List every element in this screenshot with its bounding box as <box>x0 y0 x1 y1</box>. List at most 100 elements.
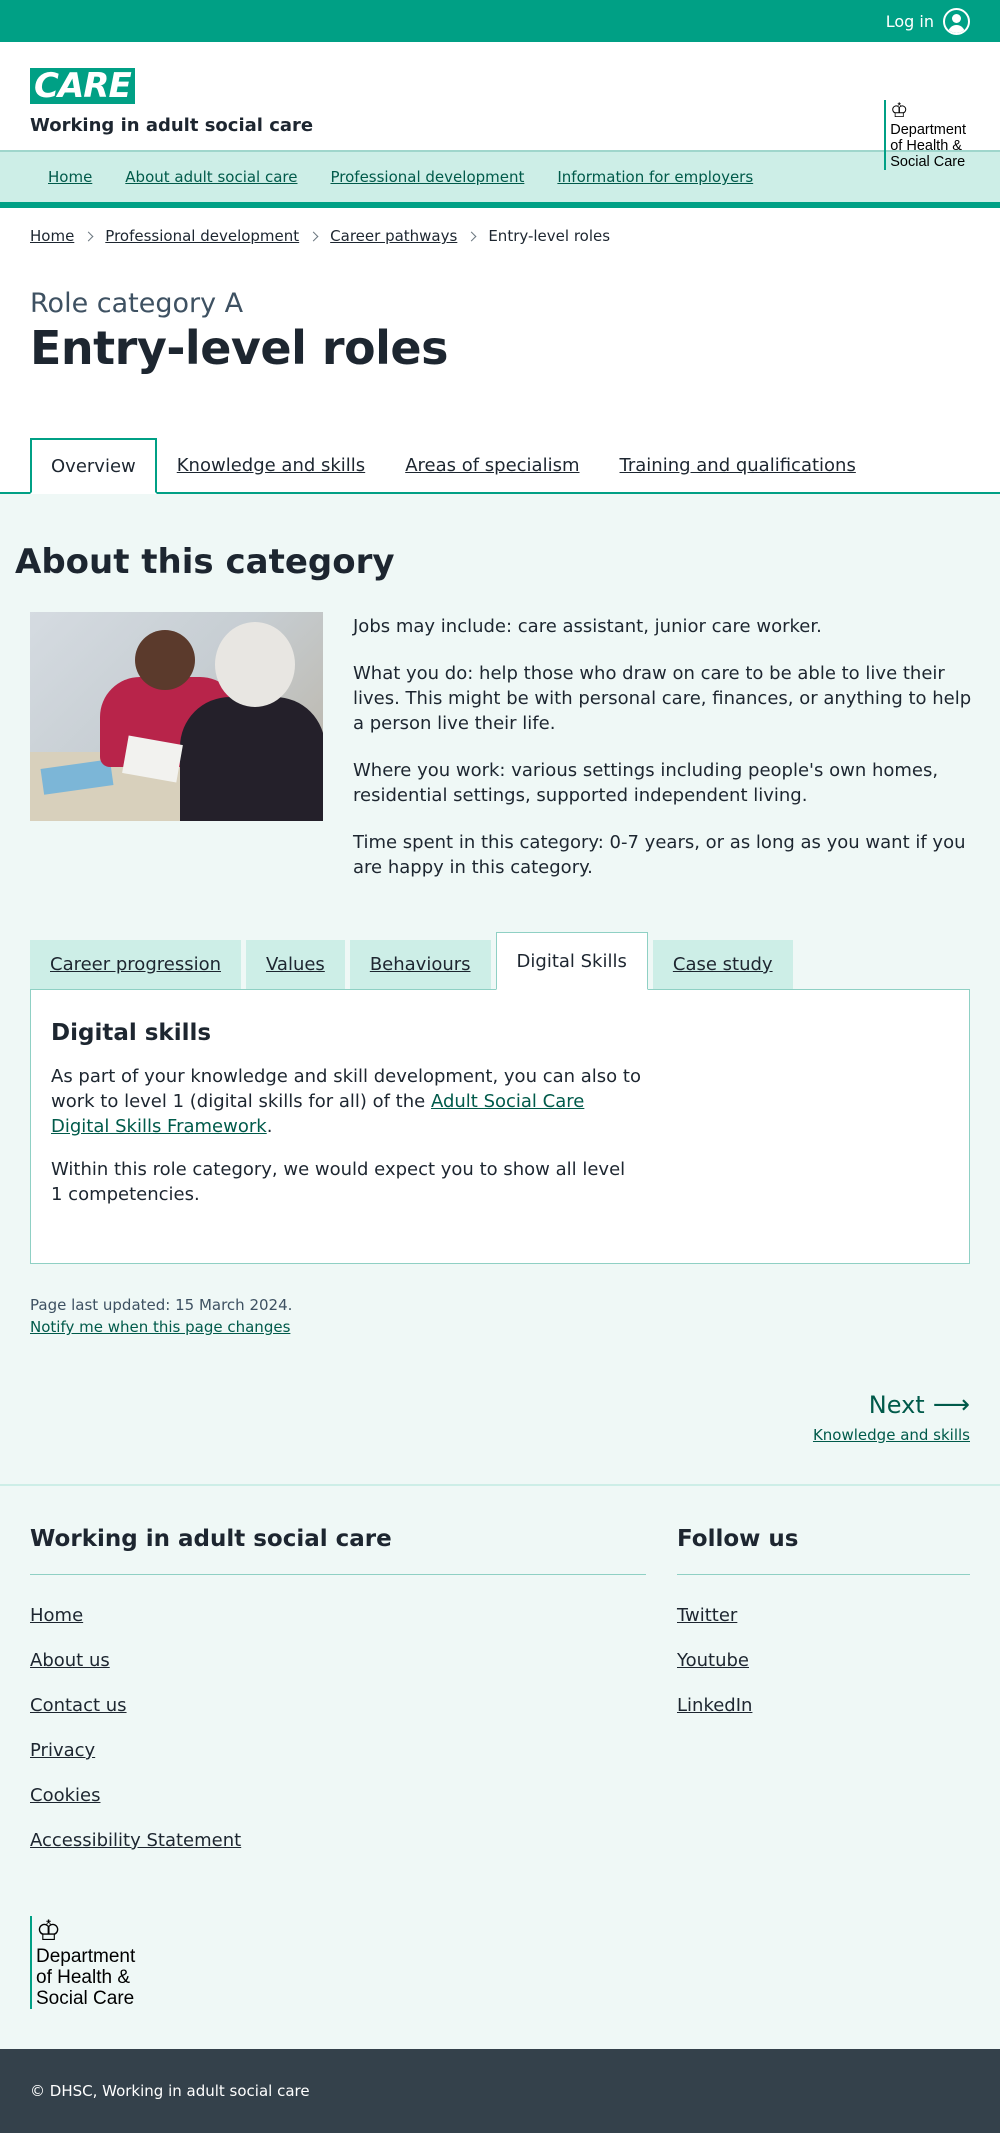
site-tagline: Working in adult social care <box>30 115 314 136</box>
panel-paragraph-1: As part of your knowledge and skill deve… <box>51 1064 641 1139</box>
nav-item-home[interactable]: Home <box>48 168 92 186</box>
tab-overview[interactable]: Overview <box>30 438 157 494</box>
royal-crest-icon: ♔ <box>36 1915 62 1946</box>
panel-paragraph-2: Within this role category, we would expe… <box>51 1159 626 1205</box>
tab-values-label[interactable]: Values <box>266 954 325 975</box>
notify-row: Notify me when this page changes <box>0 1318 1000 1336</box>
about-where-you-work: Where you work: various settings includi… <box>353 760 939 806</box>
breadcrumb: Home Professional development Career pat… <box>0 208 1000 264</box>
main-nav: Home About adult social care Professiona… <box>0 150 1000 208</box>
next-label: Next <box>868 1391 925 1419</box>
care-worker-photo <box>30 612 323 821</box>
chevron-right-icon <box>83 231 94 241</box>
tab-knowledge-and-skills-label[interactable]: Knowledge and skills <box>177 455 365 476</box>
tab-values[interactable]: Values <box>246 940 345 989</box>
tab-training-and-qualifications-label[interactable]: Training and qualifications <box>620 455 856 476</box>
about-text: Jobs may include: care assistant, junior… <box>353 612 973 902</box>
dhsc-line-3: Social Care <box>890 154 966 170</box>
tab-knowledge-and-skills[interactable]: Knowledge and skills <box>157 438 385 492</box>
panel-heading: Digital skills <box>51 1020 212 1046</box>
tab-behaviours-label[interactable]: Behaviours <box>370 954 471 975</box>
footer-column-follow: Follow us Twitter Youtube LinkedIn <box>677 1526 970 1875</box>
site-footer: Working in adult social care Home About … <box>0 1484 1000 2049</box>
breadcrumb-professional-development[interactable]: Professional development <box>105 227 299 245</box>
tab-behaviours[interactable]: Behaviours <box>349 940 491 989</box>
copyright-text: © DHSC, Working in adult social care <box>30 2082 310 2100</box>
tab-career-progression[interactable]: Career progression <box>30 940 241 989</box>
arrow-right-icon: ⟶ <box>932 1390 970 1420</box>
panel-p1-end: . <box>266 1116 273 1137</box>
tab-areas-of-specialism[interactable]: Areas of specialism <box>385 438 599 492</box>
nav-item-about-adult-social-care[interactable]: About adult social care <box>125 168 297 186</box>
royal-crest-icon: ♔ <box>890 100 909 122</box>
next-link[interactable]: Next ⟶ <box>869 1390 970 1420</box>
digital-skills-panel: Digital skills As part of your knowledge… <box>30 989 970 1264</box>
footer-link-linkedin[interactable]: LinkedIn <box>677 1695 752 1716</box>
tab-training-and-qualifications[interactable]: Training and qualifications <box>600 438 876 492</box>
tab-case-study[interactable]: Case study <box>652 940 793 989</box>
tab-digital-skills[interactable]: Digital Skills <box>495 932 648 990</box>
footer-item: Twitter <box>677 1605 970 1626</box>
footer-link-accessibility-statement[interactable]: Accessibility Statement <box>30 1830 241 1851</box>
about-time-spent: Time spent in this category: 0-7 years, … <box>353 832 966 878</box>
footer-social-links: Twitter Youtube LinkedIn <box>677 1605 970 1716</box>
site-header: CARE Working in adult social care ♔ Depa… <box>0 42 1000 170</box>
footer-item: Youtube <box>677 1650 970 1671</box>
page-last-updated: Page last updated: 15 March 2024. <box>30 1296 293 1314</box>
footer-heading-follow: Follow us <box>677 1526 970 1575</box>
breadcrumb-current: Entry-level roles <box>488 227 611 245</box>
page-title-block: Role category A Entry-level roles <box>0 264 1000 438</box>
tab-digital-skills-label: Digital Skills <box>516 950 627 972</box>
breadcrumb-home[interactable]: Home <box>30 227 74 245</box>
breadcrumb-career-pathways[interactable]: Career pathways <box>330 227 457 245</box>
dhsc-footer-line-2: of Health & <box>36 1967 130 1988</box>
copyright-bar: © DHSC, Working in adult social care <box>0 2049 1000 2133</box>
dhsc-footer-logo[interactable]: ♔ Department of Health & Social Care <box>30 1916 135 2009</box>
nav-item-professional-development[interactable]: Professional development <box>331 168 525 186</box>
footer-link-cookies[interactable]: Cookies <box>30 1785 100 1806</box>
category-tabs: Career progression Values Behaviours Dig… <box>0 932 1000 990</box>
next-page-link[interactable]: Knowledge and skills <box>813 1426 970 1444</box>
about-heading: About this category <box>15 542 395 582</box>
care-logo[interactable]: CARE <box>30 68 135 104</box>
tab-career-progression-label[interactable]: Career progression <box>50 954 221 975</box>
login-link[interactable]: Log in <box>885 7 970 35</box>
footer-link-contact-us[interactable]: Contact us <box>30 1695 127 1716</box>
footer-column-site: Working in adult social care Home About … <box>30 1526 646 1875</box>
page-tabs: Overview Knowledge and skills Areas of s… <box>0 438 1000 494</box>
dhsc-line-2: of Health & <box>890 138 962 154</box>
about-jobs: Jobs may include: care assistant, junior… <box>353 616 822 637</box>
footer-link-privacy[interactable]: Privacy <box>30 1740 95 1761</box>
dhsc-logo[interactable]: ♔ Department of Health & Social Care <box>884 100 966 170</box>
login-label: Log in <box>885 11 934 31</box>
footer-link-about-us[interactable]: About us <box>30 1650 110 1671</box>
tab-areas-of-specialism-label[interactable]: Areas of specialism <box>405 455 579 476</box>
footer-item: Accessibility Statement <box>30 1830 646 1851</box>
about-what-you-do: What you do: help those who draw on care… <box>353 663 972 734</box>
footer-item: About us <box>30 1650 646 1671</box>
chevron-right-icon <box>466 231 477 241</box>
dhsc-footer-line-1: Department <box>36 1946 136 1967</box>
page-title: Entry-level roles <box>30 321 449 375</box>
footer-item: Home <box>30 1605 646 1626</box>
tab-case-study-label[interactable]: Case study <box>673 954 773 975</box>
next-page-block: Next ⟶ Knowledge and skills <box>0 1390 1000 1444</box>
dhsc-line-1: Department <box>890 122 966 138</box>
footer-item: Cookies <box>30 1785 646 1806</box>
dhsc-footer-line-3: Social Care <box>36 1988 135 2009</box>
chevron-right-icon <box>308 231 319 241</box>
footer-link-twitter[interactable]: Twitter <box>677 1605 737 1626</box>
nav-item-information-for-employers[interactable]: Information for employers <box>557 168 753 186</box>
role-category-caption: Role category A <box>30 288 244 319</box>
notify-link[interactable]: Notify me when this page changes <box>30 1318 290 1336</box>
footer-link-youtube[interactable]: Youtube <box>677 1650 749 1671</box>
top-bar: Log in <box>0 0 1000 42</box>
footer-site-links: Home About us Contact us Privacy Cookies… <box>30 1605 646 1851</box>
footer-item: Privacy <box>30 1740 646 1761</box>
footer-heading-site: Working in adult social care <box>30 1526 646 1575</box>
main-content: About this category Jobs may include: ca… <box>0 494 1000 1484</box>
footer-link-home[interactable]: Home <box>30 1605 83 1626</box>
user-account-icon <box>943 7 970 35</box>
about-row: Jobs may include: care assistant, junior… <box>0 612 1000 902</box>
next-sub-row: Knowledge and skills <box>0 1426 970 1444</box>
